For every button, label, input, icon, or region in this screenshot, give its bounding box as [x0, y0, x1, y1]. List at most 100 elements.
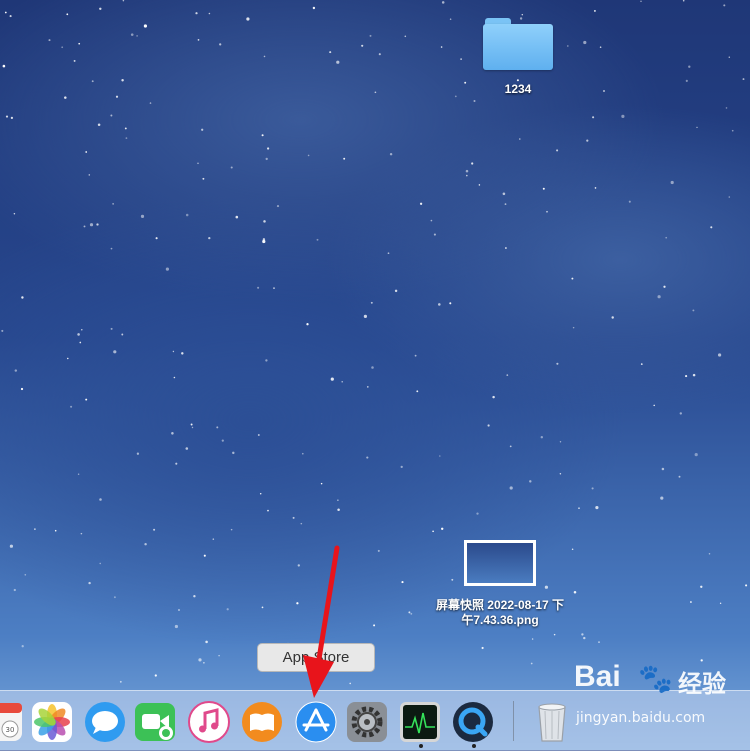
- star: [521, 13, 524, 16]
- dock-item-quicktime[interactable]: [452, 701, 494, 743]
- star: [665, 236, 668, 239]
- watermark-url: jingyan.baidu.com: [576, 710, 706, 726]
- star: [571, 277, 574, 280]
- star: [83, 225, 86, 228]
- star: [692, 373, 696, 377]
- star: [20, 387, 24, 391]
- star: [67, 357, 69, 360]
- star: [136, 452, 140, 455]
- star: [581, 633, 584, 636]
- star: [64, 96, 67, 99]
- calendar-icon: 30: [0, 703, 22, 741]
- messages-icon: [85, 702, 125, 742]
- star: [481, 646, 484, 650]
- star: [371, 366, 374, 369]
- star: [404, 35, 407, 38]
- baidu-jingyan-watermark: Bai 🐾 经验 jingyan.baidu.com: [574, 660, 750, 740]
- star: [389, 152, 393, 156]
- trash-icon: [538, 703, 566, 742]
- star: [140, 214, 145, 218]
- star: [73, 59, 76, 62]
- star: [88, 174, 91, 176]
- star: [235, 215, 239, 219]
- star: [559, 441, 562, 443]
- star: [267, 509, 269, 512]
- star: [171, 432, 174, 435]
- star: [193, 595, 196, 598]
- star: [621, 114, 625, 118]
- star: [208, 236, 211, 240]
- star: [628, 200, 631, 203]
- dock-item-system-preferences[interactable]: [346, 701, 388, 743]
- dock-item-messages[interactable]: [84, 701, 126, 743]
- dock-item-app-store[interactable]: [295, 701, 337, 743]
- star: [492, 395, 495, 399]
- star: [265, 157, 268, 161]
- star: [96, 223, 99, 226]
- star: [265, 359, 268, 362]
- star: [329, 51, 332, 54]
- folder-icon: [483, 18, 553, 70]
- svg-text:30: 30: [6, 726, 15, 734]
- star: [337, 499, 339, 501]
- star: [394, 289, 398, 293]
- star: [312, 6, 316, 10]
- dock-item-itunes[interactable]: [188, 701, 230, 743]
- star: [9, 15, 12, 18]
- star: [509, 445, 512, 448]
- system-preferences-icon: [347, 702, 387, 742]
- star: [201, 128, 204, 131]
- star: [387, 252, 390, 255]
- desktop-folder[interactable]: 1234: [470, 18, 566, 97]
- star: [685, 375, 688, 378]
- dock-item-facetime[interactable]: [134, 701, 176, 743]
- dock-item-ibooks[interactable]: [241, 701, 283, 743]
- star: [185, 213, 189, 217]
- star: [273, 287, 275, 289]
- star: [663, 285, 666, 288]
- star: [708, 553, 711, 555]
- star: [694, 453, 698, 457]
- star: [208, 12, 211, 15]
- desktop-screenshot-file[interactable]: 屏幕快照 2022-08-17 下 午7.43.36.png: [410, 540, 590, 628]
- dock-item-photos[interactable]: [31, 701, 73, 743]
- star: [89, 223, 94, 227]
- star: [598, 641, 600, 643]
- star: [54, 529, 57, 532]
- star: [591, 487, 594, 490]
- star: [216, 426, 219, 429]
- star: [374, 91, 377, 94]
- dock-separator: [513, 701, 514, 741]
- star: [529, 480, 532, 483]
- star: [679, 412, 682, 415]
- star: [205, 640, 208, 644]
- facetime-icon: [135, 703, 175, 741]
- paw-icon: 🐾: [638, 663, 673, 694]
- star: [155, 237, 158, 240]
- star: [121, 78, 124, 82]
- star: [509, 486, 513, 490]
- star: [115, 95, 119, 98]
- star: [246, 17, 250, 21]
- star: [9, 544, 13, 548]
- star: [531, 638, 534, 640]
- star: [433, 233, 436, 236]
- star: [566, 45, 569, 47]
- star: [212, 538, 215, 540]
- star: [653, 404, 655, 407]
- itunes-icon: [188, 701, 230, 743]
- dock-item-calendar[interactable]: 30: [0, 701, 24, 743]
- star: [85, 151, 88, 153]
- star: [478, 184, 481, 186]
- dock-item-trash[interactable]: [531, 701, 573, 743]
- dock-item-activity-monitor[interactable]: [399, 701, 441, 743]
- star: [2, 64, 6, 68]
- running-indicator-activity-monitor: [419, 744, 423, 748]
- star: [700, 585, 703, 588]
- star: [261, 606, 264, 609]
- star: [97, 123, 101, 127]
- star: [578, 507, 580, 509]
- star: [330, 377, 334, 381]
- star: [99, 562, 101, 565]
- star: [181, 352, 184, 355]
